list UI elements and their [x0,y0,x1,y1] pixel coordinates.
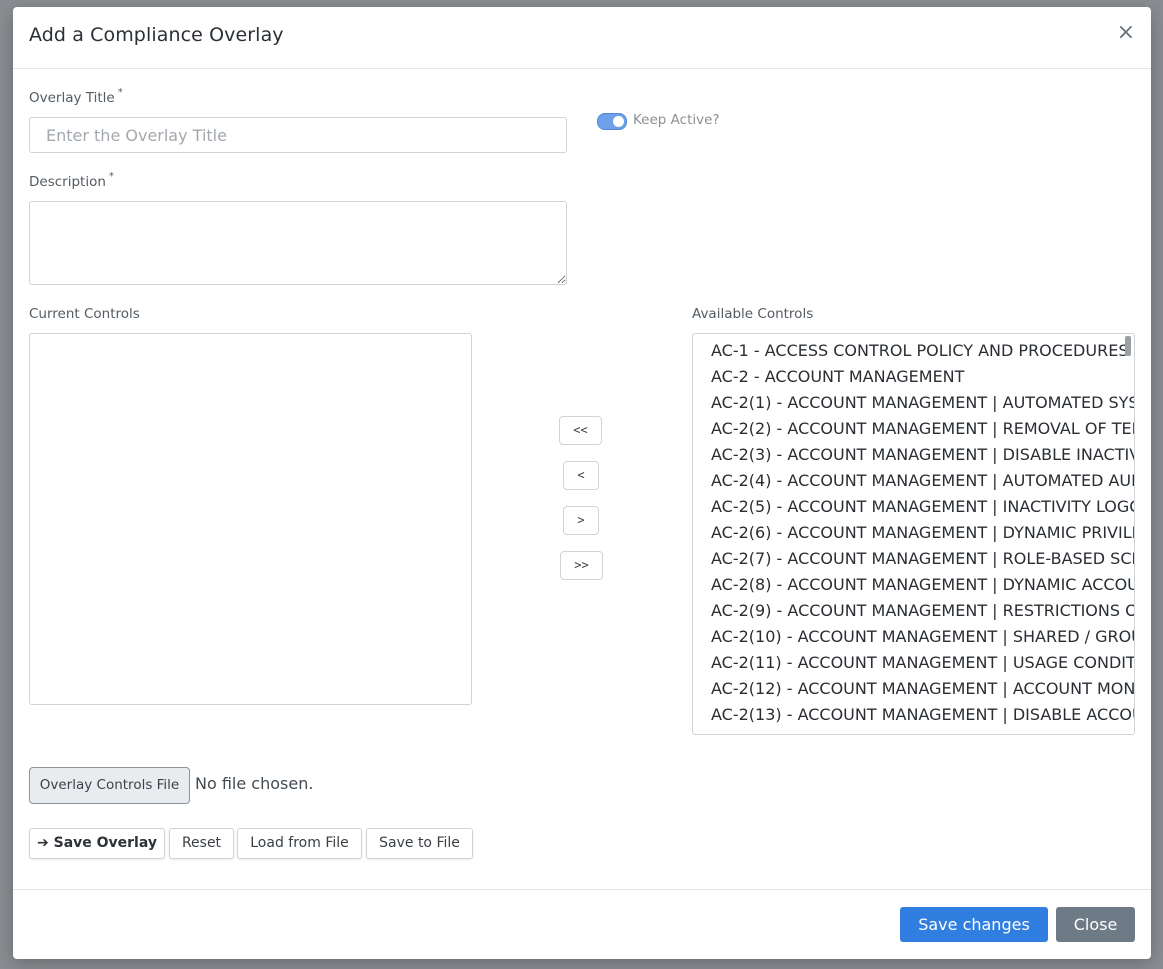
move-right-button[interactable]: > [563,506,599,535]
description-label: Description * [29,171,114,190]
reset-button[interactable]: Reset [169,828,234,859]
keep-active-label: Keep Active? [633,112,720,128]
current-controls-label: Current Controls [29,306,140,322]
available-control-item[interactable]: AC-2(7) - ACCOUNT MANAGEMENT | ROLE-BASE… [711,548,1134,574]
available-control-item[interactable]: AC-2(3) - ACCOUNT MANAGEMENT | DISABLE I… [711,444,1134,470]
available-control-item[interactable]: AC-2 - ACCOUNT MANAGEMENT [711,366,1134,392]
description-label-text: Description [29,174,106,190]
file-status-text: No file chosen. [195,774,314,793]
modal-header: Add a Compliance Overlay × [13,7,1151,69]
move-left-button[interactable]: < [563,461,599,490]
available-control-item[interactable]: AC-2(1) - ACCOUNT MANAGEMENT | AUTOMATED… [711,392,1134,418]
overlay-controls-file-button[interactable]: Overlay Controls File [29,767,190,804]
available-controls-items: AC-1 - ACCESS CONTROL POLICY AND PROCEDU… [693,334,1134,730]
scrollbar-thumb[interactable] [1125,336,1131,356]
close-button[interactable]: Close [1056,907,1135,942]
overlay-title-label: Overlay Title * [29,87,123,106]
save-to-file-button[interactable]: Save to File [366,828,473,859]
modal-title: Add a Compliance Overlay [29,24,284,46]
required-mark: * [108,171,114,182]
available-controls-list[interactable]: AC-1 - ACCESS CONTROL POLICY AND PROCEDU… [692,333,1135,735]
keep-active-toggle[interactable] [597,113,627,130]
move-all-right-button[interactable]: >> [560,551,603,580]
description-textarea[interactable] [29,201,567,285]
available-control-item[interactable]: AC-2(2) - ACCOUNT MANAGEMENT | REMOVAL O… [711,418,1134,444]
available-control-item[interactable]: AC-2(8) - ACCOUNT MANAGEMENT | DYNAMIC A… [711,574,1134,600]
available-control-item[interactable]: AC-2(13) - ACCOUNT MANAGEMENT | DISABLE … [711,704,1134,730]
overlay-title-label-text: Overlay Title [29,90,115,106]
overlay-title-input[interactable] [29,117,567,153]
save-overlay-button[interactable]: ➔ Save Overlay [29,828,165,859]
modal-footer: Save changes Close [13,889,1151,960]
available-control-item[interactable]: AC-2(6) - ACCOUNT MANAGEMENT | DYNAMIC P… [711,522,1134,548]
available-control-item[interactable]: AC-2(10) - ACCOUNT MANAGEMENT | SHARED /… [711,626,1134,652]
load-from-file-button[interactable]: Load from File [237,828,362,859]
close-icon[interactable]: × [1117,22,1135,44]
move-all-left-button[interactable]: << [559,416,602,445]
add-overlay-modal: Add a Compliance Overlay × Overlay Title… [13,7,1151,959]
available-control-item[interactable]: AC-2(12) - ACCOUNT MANAGEMENT | ACCOUNT … [711,678,1134,704]
available-control-item[interactable]: AC-1 - ACCESS CONTROL POLICY AND PROCEDU… [711,340,1134,366]
toggle-knob [613,116,624,127]
current-controls-list[interactable] [29,333,472,705]
required-mark: * [117,87,123,98]
available-control-item[interactable]: AC-2(4) - ACCOUNT MANAGEMENT | AUTOMATED… [711,470,1134,496]
save-changes-button[interactable]: Save changes [900,907,1048,942]
available-control-item[interactable]: AC-2(11) - ACCOUNT MANAGEMENT | USAGE CO… [711,652,1134,678]
available-control-item[interactable]: AC-2(5) - ACCOUNT MANAGEMENT | INACTIVIT… [711,496,1134,522]
available-control-item[interactable]: AC-2(9) - ACCOUNT MANAGEMENT | RESTRICTI… [711,600,1134,626]
available-controls-label: Available Controls [692,306,814,322]
